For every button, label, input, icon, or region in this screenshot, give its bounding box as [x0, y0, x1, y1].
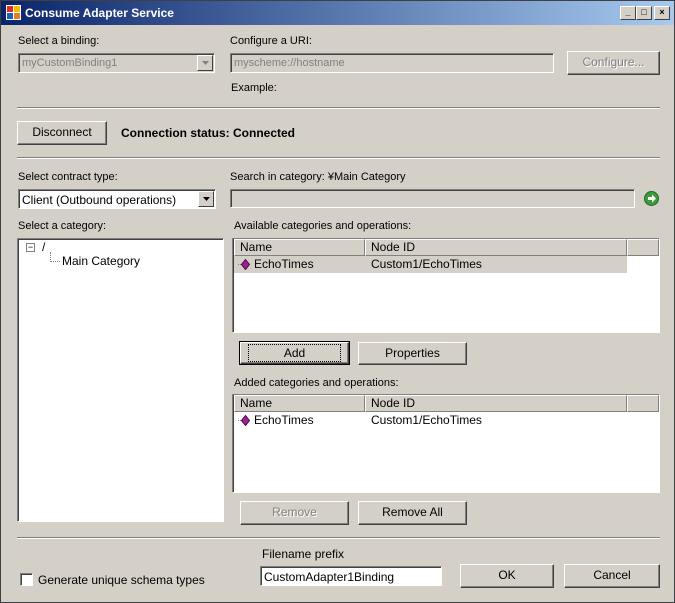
- remove-button[interactable]: Remove: [240, 501, 349, 525]
- search-label: Search in category: ¥Main Category: [230, 171, 406, 183]
- operation-icon: [238, 415, 250, 426]
- cancel-button[interactable]: Cancel: [564, 564, 660, 588]
- close-button[interactable]: ×: [654, 6, 670, 20]
- uri-label: Configure a URI:: [230, 35, 312, 47]
- generate-unique-schema-checkbox[interactable]: [20, 573, 33, 586]
- separator: [17, 107, 660, 109]
- tree-collapse-toggle[interactable]: −: [26, 243, 35, 252]
- table-row[interactable]: EchoTimes Custom1/EchoTimes: [234, 412, 627, 429]
- close-icon: ×: [659, 7, 665, 17]
- separator: [17, 157, 660, 159]
- add-button[interactable]: Add: [239, 341, 350, 365]
- search-input[interactable]: [230, 189, 635, 208]
- binding-select[interactable]: myCustomBinding1: [18, 53, 215, 73]
- example-label: Example:: [231, 82, 277, 94]
- available-col-name[interactable]: Name: [234, 239, 365, 256]
- ok-button[interactable]: OK: [460, 564, 554, 588]
- added-col-nodeid[interactable]: Node ID: [365, 395, 627, 412]
- uri-input[interactable]: myscheme://hostname: [230, 53, 554, 73]
- collapse-icon: −: [27, 242, 34, 252]
- configure-button[interactable]: Configure...: [567, 51, 660, 75]
- add-button-label: Add: [247, 344, 342, 362]
- row-node-id: Custom1/EchoTimes: [371, 413, 482, 427]
- contract-type-value: Client (Outbound operations): [22, 193, 177, 207]
- chevron-down-icon: [202, 61, 209, 65]
- connection-status: Connection status: Connected: [121, 126, 296, 140]
- added-col-name[interactable]: Name: [234, 395, 365, 412]
- operation-icon: [238, 259, 250, 270]
- consume-adapter-service-dialog: Consume Adapter Service _ □ × Select a b…: [0, 0, 675, 603]
- row-name: EchoTimes: [254, 413, 314, 427]
- contract-dropdown-button[interactable]: [198, 191, 214, 207]
- tree-node-main-category[interactable]: Main Category: [62, 254, 140, 268]
- tree-line: [50, 261, 60, 262]
- available-label: Available categories and operations:: [234, 220, 412, 232]
- filename-prefix-value: CustomAdapter1Binding: [264, 570, 395, 584]
- available-col-nodeid[interactable]: Node ID: [365, 239, 627, 256]
- maximize-icon: □: [641, 7, 647, 17]
- category-label: Select a category:: [18, 220, 107, 232]
- contract-type-label: Select contract type:: [18, 171, 118, 183]
- row-name: EchoTimes: [254, 257, 314, 271]
- filename-prefix-input[interactable]: CustomAdapter1Binding: [260, 566, 442, 586]
- go-search-icon[interactable]: [644, 191, 659, 206]
- available-col-filler: [627, 239, 659, 256]
- remove-all-button[interactable]: Remove All: [358, 501, 467, 525]
- maximize-button[interactable]: □: [636, 6, 652, 20]
- filename-prefix-label: Filename prefix: [262, 547, 345, 561]
- binding-label: Select a binding:: [18, 35, 100, 47]
- added-label: Added categories and operations:: [234, 377, 399, 389]
- title-bar[interactable]: Consume Adapter Service _ □ ×: [1, 1, 674, 25]
- available-listview[interactable]: Name Node ID EchoTimes Custom1/EchoTimes: [232, 238, 660, 333]
- disconnect-button[interactable]: Disconnect: [17, 121, 107, 145]
- chevron-down-icon: [203, 197, 210, 201]
- window-title: Consume Adapter Service: [25, 6, 174, 20]
- properties-button[interactable]: Properties: [358, 342, 467, 365]
- category-tree[interactable]: − / Main Category: [17, 238, 224, 522]
- table-row[interactable]: EchoTimes Custom1/EchoTimes: [234, 256, 627, 273]
- separator: [17, 537, 660, 539]
- row-node-id: Custom1/EchoTimes: [371, 257, 482, 271]
- minimize-icon: _: [625, 7, 631, 17]
- minimize-button[interactable]: _: [620, 6, 636, 20]
- contract-type-select[interactable]: Client (Outbound operations): [18, 189, 216, 209]
- tree-node-root[interactable]: /: [42, 240, 45, 254]
- binding-select-value: myCustomBinding1: [22, 57, 118, 69]
- added-col-filler: [627, 395, 659, 412]
- generate-unique-schema-label: Generate unique schema types: [38, 573, 205, 587]
- binding-dropdown-button[interactable]: [197, 55, 213, 71]
- uri-input-value: myscheme://hostname: [234, 57, 345, 69]
- app-icon: [6, 5, 21, 20]
- added-listview[interactable]: Name Node ID EchoTimes Custom1/EchoTimes: [232, 394, 660, 493]
